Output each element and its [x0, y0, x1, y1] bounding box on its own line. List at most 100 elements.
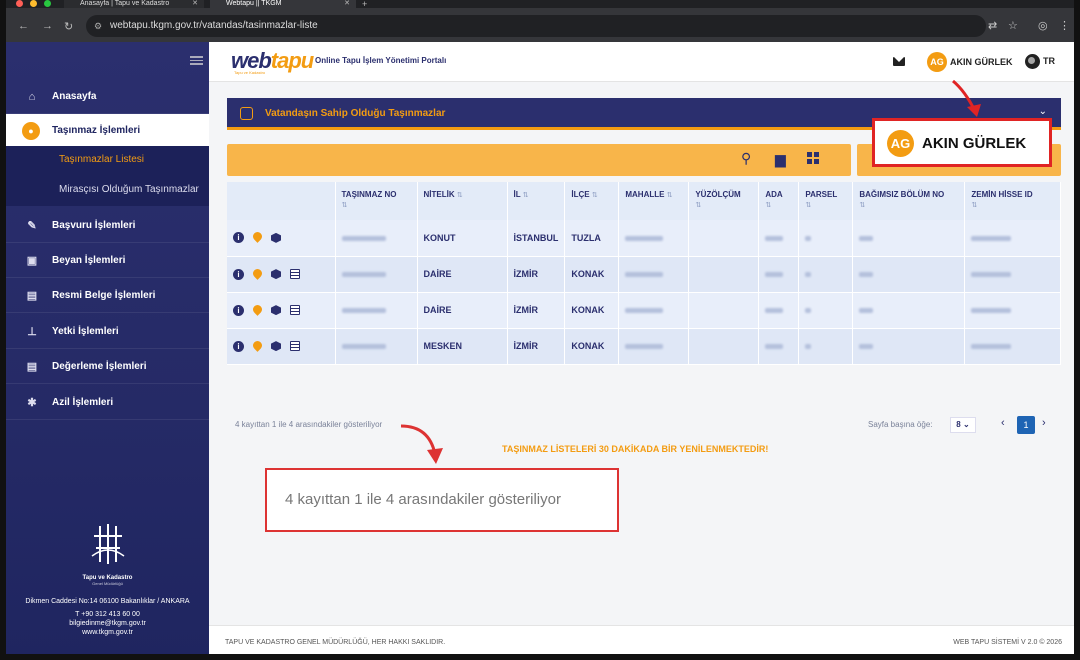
table-cell-redacted [964, 292, 1061, 329]
refresh-notice: TAŞINMAZ LİSTELERİ 30 DAKİKADA BİR YENİL… [502, 444, 769, 454]
info-icon[interactable]: i [233, 232, 244, 244]
sidebar-item-tasinmaz[interactable]: ● Taşınmaz İşlemleri [6, 114, 209, 148]
column-header[interactable]: ADA ⇅ [758, 182, 800, 220]
table-cell: KONAK [564, 292, 620, 329]
top-header: webtapu Tapu ve Kadastro Online Tapu İşl… [209, 42, 1074, 82]
user-avatar[interactable]: AG [927, 52, 947, 72]
sidebar-item-label: Beyan İşlemleri [52, 255, 126, 266]
cube-icon[interactable] [271, 341, 281, 352]
sort-icon[interactable]: ⇅ [592, 192, 598, 199]
document-list-icon[interactable] [290, 341, 300, 352]
sidebar-item-resmi-belge[interactable]: ▤ Resmi Belge İşlemleri [6, 279, 209, 313]
column-header[interactable]: İLÇE ⇅ [564, 182, 620, 220]
maximize-window-dot[interactable] [44, 0, 51, 7]
table-cell-redacted [798, 220, 854, 257]
location-pin-icon[interactable] [253, 305, 262, 316]
table-cell-redacted [798, 256, 854, 293]
bookmark-star-icon[interactable]: ☆ [1008, 19, 1018, 32]
cube-icon[interactable] [271, 269, 281, 280]
table-row[interactable]: i KONUT İSTANBUL TUZLA [227, 220, 1061, 257]
print-icon[interactable]: ▆ [775, 151, 786, 168]
sidebar-item-degerleme[interactable]: ▤ Değerleme İşlemleri [6, 350, 209, 384]
table-cell-redacted [758, 292, 800, 329]
sidebar-subitem-mirascisi[interactable]: Mirasçısı Olduğum Taşınmazlar [6, 174, 209, 206]
table-cell-redacted [852, 256, 966, 293]
minimize-window-dot[interactable] [30, 0, 37, 7]
close-window-dot[interactable] [16, 0, 23, 7]
table-row[interactable]: i DAİRE İZMİR KONAK [227, 256, 1061, 293]
close-tab-icon[interactable]: ✕ [344, 0, 350, 7]
search-icon[interactable]: ⚲ [741, 150, 751, 167]
cube-icon[interactable] [271, 232, 281, 243]
sort-icon[interactable]: ⇅ [342, 201, 411, 209]
sort-icon[interactable]: ⇅ [695, 201, 752, 209]
column-header[interactable]: TAŞINMAZ NO ⇅ [335, 182, 418, 220]
table-cell-redacted [964, 256, 1061, 293]
column-header[interactable]: BAĞIMSIZ BÖLÜM NO ⇅ [852, 182, 966, 220]
table-row[interactable]: i DAİRE İZMİR KONAK [227, 292, 1061, 329]
sidebar-item-beyan[interactable]: ▣ Beyan İşlemleri [6, 244, 209, 278]
column-header[interactable]: NİTELİK ⇅ [417, 182, 508, 220]
pagination-next-icon[interactable]: › [1042, 417, 1046, 429]
location-pin-icon[interactable] [253, 341, 262, 352]
language-selector[interactable]: TR [1043, 56, 1055, 66]
menu-kebab-icon[interactable]: ⋮ [1059, 19, 1070, 32]
cube-icon[interactable] [271, 305, 281, 316]
reload-icon[interactable]: ↻ [64, 20, 73, 33]
profile-icon[interactable]: ◎ [1038, 19, 1048, 32]
document-list-icon[interactable] [290, 305, 300, 316]
table-cell-redacted [688, 328, 760, 365]
column-header[interactable]: ZEMİN HİSSE ID ⇅ [964, 182, 1061, 220]
sidebar-toggle-icon[interactable] [190, 56, 203, 65]
mail-icon[interactable] [893, 57, 905, 66]
site-info-icon[interactable]: ⚙ [94, 15, 102, 37]
redacted-value [341, 272, 386, 277]
column-header[interactable]: MAHALLE ⇅ [618, 182, 690, 220]
sidebar-item-anasayfa[interactable]: ⌂ Anasayfa [6, 80, 209, 114]
records-info-callout: 4 kayıttan 1 ile 4 arasındakiler gösteri… [265, 468, 619, 532]
sort-icon[interactable]: ⇅ [805, 201, 846, 209]
pagination-prev-icon[interactable]: ‹ [1001, 417, 1005, 429]
sort-icon[interactable]: ⇅ [457, 192, 463, 199]
sort-icon[interactable]: ⇅ [971, 201, 1054, 209]
column-label: NİTELİK [423, 190, 455, 199]
sidebar-item-azil[interactable]: ✱ Azil İşlemleri [6, 386, 209, 420]
info-icon[interactable]: i [233, 268, 244, 280]
back-icon[interactable]: ← [18, 20, 29, 32]
info-icon[interactable]: i [233, 304, 244, 316]
sort-icon[interactable]: ⇅ [765, 201, 792, 209]
table-cell: DAİRE [417, 292, 508, 329]
location-pin-icon[interactable] [253, 269, 262, 280]
sort-icon[interactable]: ⇅ [859, 201, 958, 209]
info-icon[interactable]: i [233, 340, 244, 352]
close-tab-icon[interactable]: ✕ [192, 0, 198, 7]
column-label: İLÇE [571, 190, 590, 199]
document-list-icon[interactable] [290, 269, 300, 280]
per-page-select[interactable]: 8 ⌄ [950, 417, 976, 433]
column-header[interactable]: İL ⇅ [507, 182, 566, 220]
browser-tab-anasayfa[interactable]: Anasayfa | Tapu ve Kadastro ✕ [64, 0, 204, 8]
translate-icon[interactable]: ⇄ [988, 19, 997, 32]
pagination-page-button[interactable]: 1 [1017, 416, 1035, 434]
redacted-value [341, 235, 386, 241]
table-cell: MESKEN [417, 328, 508, 365]
sort-icon[interactable]: ⇅ [523, 192, 529, 199]
table-cell: İZMİR [507, 256, 566, 293]
forward-icon[interactable]: → [42, 20, 53, 32]
table-cell-redacted [688, 292, 760, 329]
sort-icon[interactable]: ⇅ [667, 192, 673, 199]
column-header[interactable]: PARSEL ⇅ [798, 182, 854, 220]
address-bar[interactable]: ⚙ webtapu.tkgm.gov.tr/vatandas/tasinmazla… [86, 15, 986, 37]
sidebar-item-label: Resmi Belge İşlemleri [52, 290, 156, 301]
location-pin-icon[interactable] [253, 232, 262, 243]
sidebar-item-basvuru[interactable]: ✎ Başvuru İşlemleri [6, 209, 209, 243]
globe-icon[interactable] [1025, 54, 1040, 69]
chevron-down-icon[interactable]: ⌄ [1039, 106, 1047, 117]
column-header[interactable]: YÜZÖLÇÜM ⇅ [688, 182, 760, 220]
table-row[interactable]: i MESKEN İZMİR KONAK [227, 328, 1061, 365]
browser-tab-webtapu[interactable]: Webtapu || TKGM ✕ [210, 0, 356, 8]
column-grid-icon[interactable] [807, 152, 820, 165]
sidebar-subitem-tasinmazlar-listesi[interactable]: Taşınmazlar Listesi [6, 146, 209, 174]
user-name[interactable]: AKIN GÜRLEK [950, 57, 1013, 67]
sidebar-item-yetki[interactable]: ⊥ Yetki İşlemleri [6, 315, 209, 349]
